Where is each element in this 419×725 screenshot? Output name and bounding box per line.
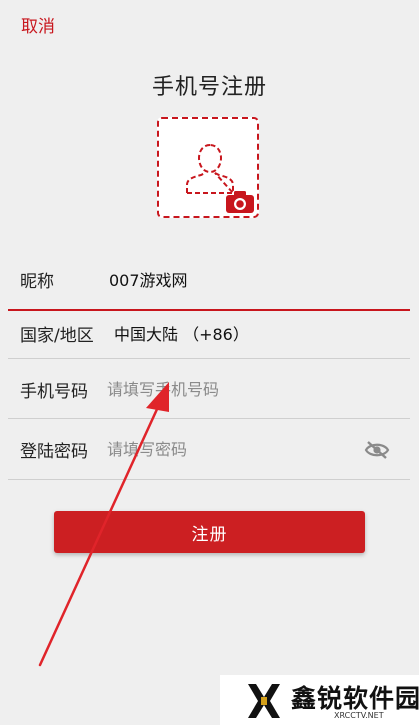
watermark: 鑫锐软件园 XRCCTV.NET [220, 675, 419, 725]
xr-logo-icon [248, 684, 280, 718]
watermark-text: 鑫锐软件园 [291, 684, 419, 713]
annotation-arrow [38, 382, 169, 667]
watermark-sub: XRCCTV.NET [334, 711, 384, 720]
